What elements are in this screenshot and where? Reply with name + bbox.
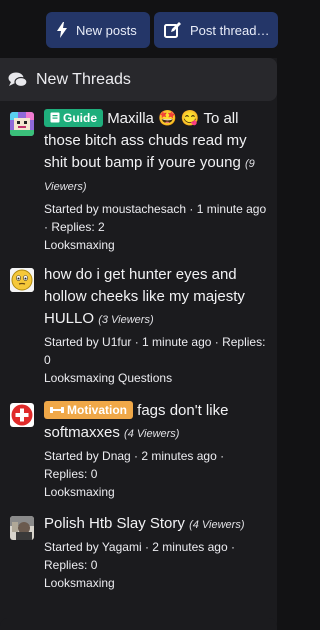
emoji-face-avatar[interactable] [10, 268, 34, 292]
thread-title[interactable]: Polish Htb Slay Story (4 Viewers) [44, 513, 270, 536]
post-thread-label: Post thread… [190, 22, 270, 38]
next-widget-edge [0, 618, 277, 630]
thread-title[interactable]: Guide Maxilla 🤩 😋 To all those bitch ass… [44, 108, 270, 198]
thread-forum-link[interactable]: Looksmaxing [44, 483, 270, 501]
photo-avatar[interactable] [10, 516, 34, 540]
widget-header: New Threads [0, 58, 277, 101]
bolt-icon [57, 22, 67, 38]
pixel-avatar[interactable] [10, 112, 34, 136]
compose-icon [164, 22, 181, 38]
viewer-count: (4 Viewers) [189, 519, 245, 531]
thread-forum-link[interactable]: Looksmaxing Questions [44, 369, 270, 387]
thread-meta: Started by Yagami · 2 minutes ago · Repl… [44, 540, 235, 572]
toolbar: New posts Post thread… [46, 12, 278, 48]
guide-prefix-badge[interactable]: Guide [44, 109, 104, 127]
post-thread-button[interactable]: Post thread… [154, 12, 278, 48]
thread-forum-link[interactable]: Looksmaxing [44, 574, 270, 592]
viewer-count: (4 Viewers) [124, 428, 180, 440]
comments-icon [8, 72, 28, 87]
thread-meta: Started by Dnag · 2 minutes ago · Replie… [44, 449, 225, 481]
book-icon [50, 112, 60, 123]
red-cross-avatar[interactable] [10, 403, 34, 427]
thread-meta: Started by moustachesach · 1 minute ago … [44, 202, 267, 234]
new-posts-button[interactable]: New posts [46, 12, 150, 48]
motivation-prefix-badge[interactable]: Motivation [44, 401, 133, 419]
dumbbell-icon [50, 407, 64, 413]
viewer-count: (3 Viewers) [98, 314, 154, 326]
thread-title[interactable]: Motivation fags don't like softmaxxes (4… [44, 400, 270, 445]
thread-title-text[interactable]: Polish Htb Slay Story [44, 515, 185, 532]
widget-title: New Threads [36, 70, 131, 88]
thread-forum-link[interactable]: Looksmaxing [44, 236, 270, 254]
new-posts-label: New posts [76, 22, 137, 38]
thread-meta: Started by U1fur · 1 minute ago · Replie… [44, 335, 266, 367]
thread-title[interactable]: how do i get hunter eyes and hollow chee… [44, 264, 270, 331]
